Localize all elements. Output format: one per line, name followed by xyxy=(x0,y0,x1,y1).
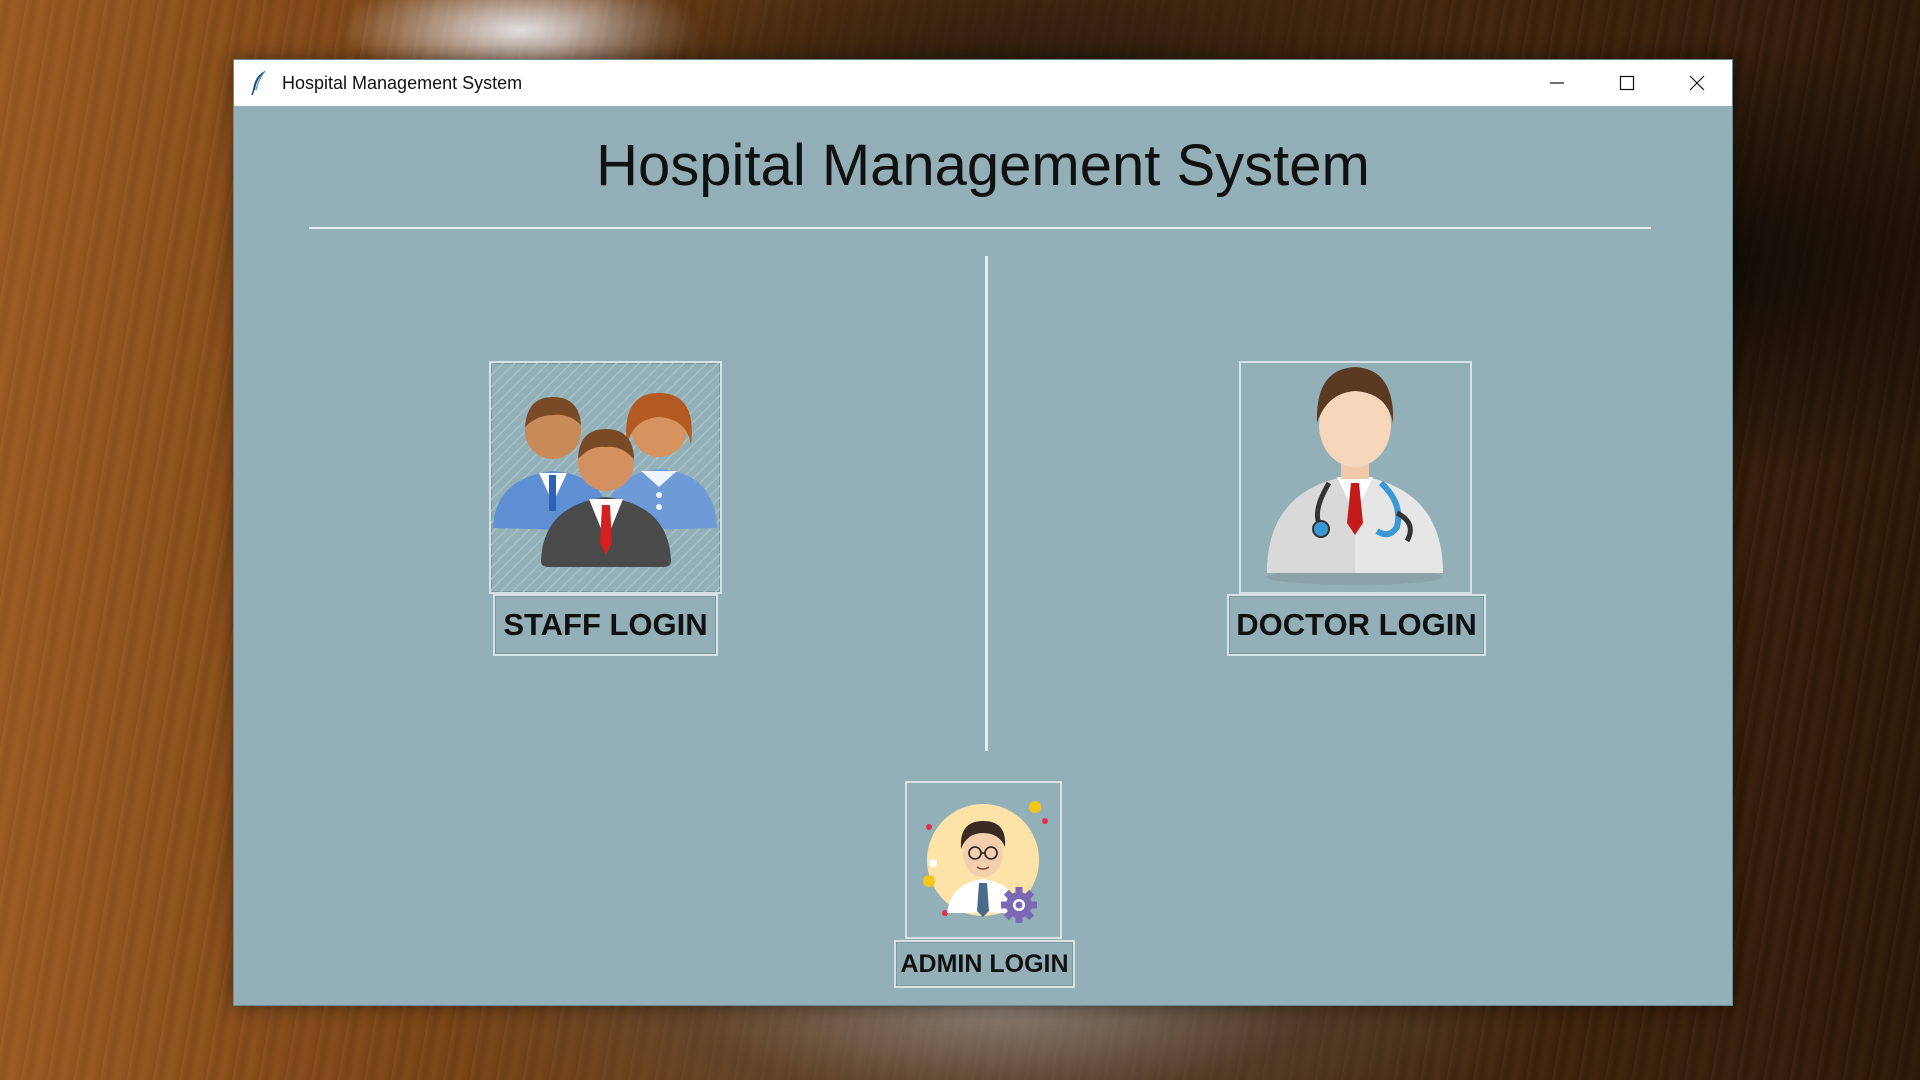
admin-avatar-icon xyxy=(907,783,1060,937)
maximize-icon xyxy=(1619,75,1635,91)
doctor-login-button[interactable]: DOCTOR LOGIN xyxy=(1227,594,1486,656)
doctor-icon xyxy=(1241,363,1470,592)
window-controls xyxy=(1522,60,1732,106)
horizontal-divider xyxy=(309,227,1651,229)
close-icon xyxy=(1689,75,1705,91)
page-title: Hospital Management System xyxy=(596,133,1370,198)
staff-group-icon xyxy=(491,363,720,592)
admin-image-button[interactable] xyxy=(905,781,1062,939)
title-bar[interactable]: Hospital Management System xyxy=(234,60,1732,106)
maximize-button[interactable] xyxy=(1592,60,1662,106)
vertical-divider xyxy=(985,256,988,751)
window-title: Hospital Management System xyxy=(282,72,523,93)
staff-login-button[interactable]: STAFF LOGIN xyxy=(493,594,718,656)
staff-image-button[interactable] xyxy=(489,361,722,594)
feather-app-icon xyxy=(248,70,270,96)
minimize-button[interactable] xyxy=(1522,60,1592,106)
minimize-icon xyxy=(1550,82,1564,84)
doctor-image-button[interactable] xyxy=(1239,361,1472,594)
close-button[interactable] xyxy=(1662,60,1732,106)
app-window: Hospital Management System Hospital Mana… xyxy=(233,59,1733,1006)
admin-login-button[interactable]: ADMIN LOGIN xyxy=(894,940,1075,988)
